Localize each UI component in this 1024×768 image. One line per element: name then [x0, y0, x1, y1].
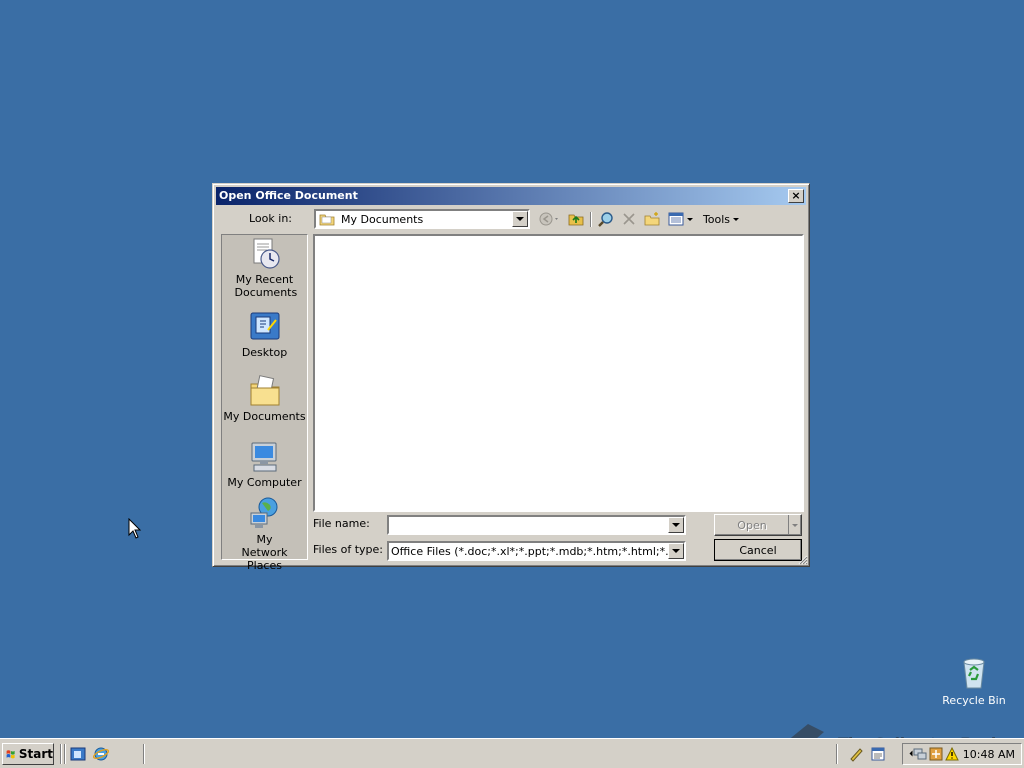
up-folder-icon	[568, 214, 584, 226]
delete-icon	[623, 213, 635, 225]
views-dropdown-arrow	[686, 217, 693, 221]
clock[interactable]: 10:48 AM	[963, 748, 1015, 761]
files-of-type-value: Office Files (*.doc;*.xl*;*.ppt;*.mdb;*.…	[391, 545, 686, 558]
place-desktop[interactable]: Desktop	[222, 310, 307, 359]
open-document-dialog: Open Office Document × Look in: My Docum…	[212, 183, 810, 572]
place-label-network: My Network Places	[241, 533, 288, 572]
look-in-dropdown-button[interactable]	[512, 211, 528, 227]
place-label-my-documents: My Documents	[223, 410, 306, 423]
open-button-label: Open	[737, 518, 767, 532]
taskbar-separator	[143, 744, 145, 764]
file-list[interactable]	[313, 234, 804, 512]
pen-tool-icon[interactable]	[848, 746, 864, 762]
desktop-icon	[250, 312, 279, 340]
back-icon	[539, 212, 558, 226]
internet-explorer-icon[interactable]	[93, 746, 109, 762]
office-tray-icon[interactable]	[929, 747, 943, 761]
start-label: Start	[18, 747, 53, 761]
network-tray-icon[interactable]	[913, 747, 927, 761]
views-button[interactable]	[665, 209, 695, 229]
up-one-level-button[interactable]	[565, 209, 587, 229]
close-button[interactable]: ×	[788, 189, 804, 203]
look-in-label: Look in:	[249, 212, 292, 225]
place-recent-documents[interactable]: My Recent Documents	[222, 237, 307, 299]
taskbar-separator	[836, 744, 838, 764]
file-name-input[interactable]	[387, 515, 686, 535]
place-my-documents[interactable]: My Documents	[222, 374, 307, 423]
dialog-title: Open Office Document	[219, 189, 358, 202]
taskbar-separator	[60, 744, 62, 764]
my-computer-icon	[251, 442, 276, 472]
place-label-recent: My Recent Documents	[234, 273, 298, 299]
notepad-icon[interactable]	[870, 746, 886, 762]
search-web-button[interactable]	[595, 209, 617, 229]
network-places-icon	[250, 497, 277, 528]
open-button[interactable]: Open	[714, 514, 802, 536]
mouse-cursor-icon	[128, 518, 142, 539]
taskbar: Start 10:48 AM	[0, 738, 1024, 768]
start-button[interactable]: Start	[2, 743, 54, 765]
chevron-down-icon	[792, 523, 798, 527]
place-label-desktop: Desktop	[241, 346, 288, 359]
tools-dropdown-arrow	[733, 217, 740, 221]
recycle-bin-label: Recycle Bin	[942, 694, 1006, 707]
place-network-places[interactable]: My Network Places	[222, 497, 307, 572]
search-web-icon	[598, 212, 613, 227]
recycle-bin-shortcut[interactable]: Recycle Bin	[940, 656, 1008, 707]
file-name-label: File name:	[313, 517, 370, 530]
file-name-dropdown-button[interactable]	[668, 517, 684, 533]
cancel-button-label: Cancel	[739, 543, 777, 557]
show-desktop-icon[interactable]	[70, 746, 86, 762]
my-documents-icon	[250, 375, 279, 406]
cancel-button[interactable]: Cancel	[714, 539, 802, 561]
toolbar-separator	[590, 212, 592, 227]
places-bar: My Recent Documents Desktop My Documents	[221, 234, 308, 572]
new-folder-icon	[644, 212, 660, 226]
windows-logo-icon	[6, 750, 15, 759]
desktop: Recycle Bin The Collection Book Open Off…	[0, 0, 1024, 764]
dialog-titlebar[interactable]: Open Office Document ×	[216, 187, 806, 205]
tools-menu-button[interactable]: Tools	[699, 209, 743, 229]
warning-tray-icon[interactable]	[945, 747, 959, 761]
place-my-computer[interactable]: My Computer	[222, 440, 307, 489]
recent-documents-icon	[253, 238, 280, 269]
taskbar-separator	[64, 744, 66, 764]
look-in-value: My Documents	[341, 213, 424, 226]
system-tray: 10:48 AM	[902, 743, 1022, 765]
delete-button[interactable]	[619, 209, 639, 229]
folder-icon	[319, 214, 335, 226]
tools-label: Tools	[702, 212, 731, 226]
recycle-bin-icon	[963, 658, 985, 689]
files-of-type-label: Files of type:	[313, 543, 384, 556]
look-in-dropdown[interactable]: My Documents	[314, 209, 530, 229]
resize-grip-icon[interactable]	[797, 554, 808, 565]
files-of-type-dropdown-button[interactable]	[668, 543, 684, 559]
views-icon	[668, 212, 683, 226]
files-of-type-dropdown[interactable]: Office Files (*.doc;*.xl*;*.ppt;*.mdb;*.…	[387, 541, 686, 561]
place-label-my-computer: My Computer	[227, 476, 302, 489]
new-folder-button[interactable]	[641, 209, 663, 229]
open-options-arrow[interactable]	[788, 515, 801, 535]
back-button[interactable]	[537, 209, 563, 229]
